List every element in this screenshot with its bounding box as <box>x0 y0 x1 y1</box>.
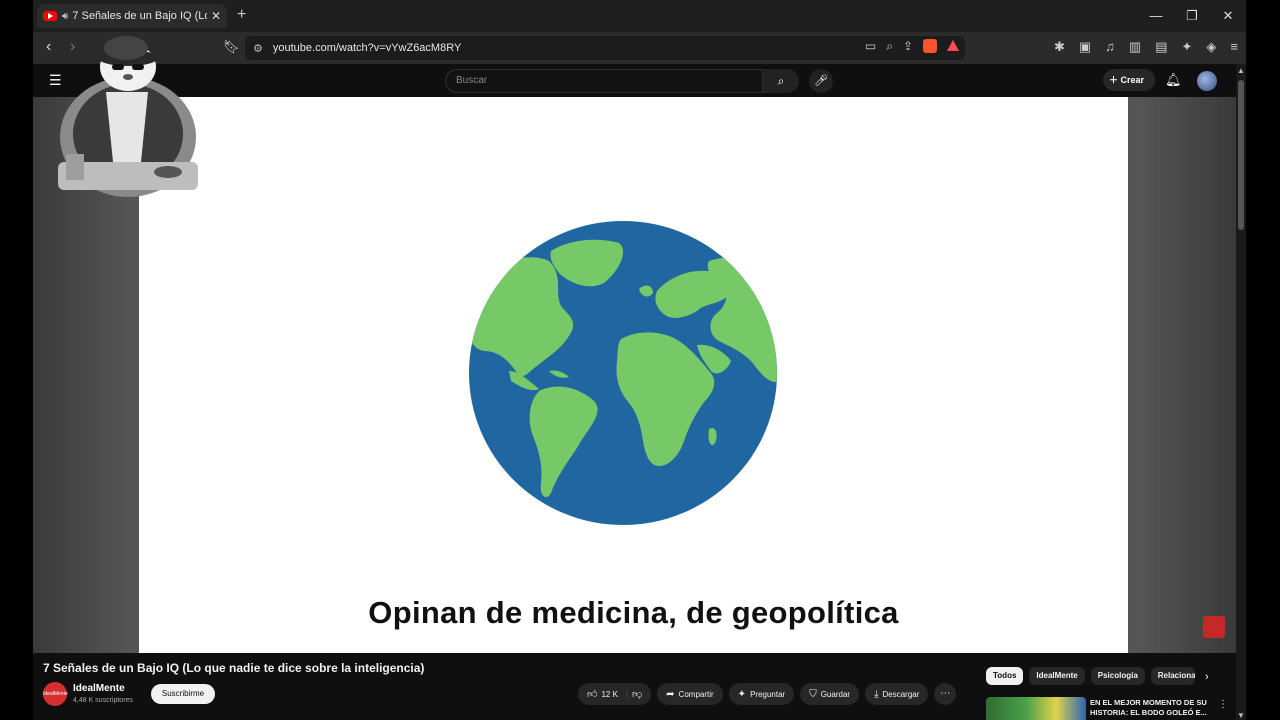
chip-idealmente[interactable]: IdealMente <box>1029 667 1085 685</box>
like-button[interactable]: 👍︎ 12 K | 👎︎ <box>578 683 652 705</box>
share-label: Compartir <box>678 689 714 699</box>
window-controls: — ❐ ✕ <box>1138 0 1246 32</box>
channel-avatar[interactable]: IdealMente <box>43 682 68 706</box>
chip-psicologia[interactable]: Psicología <box>1090 667 1145 685</box>
plus-icon: ＋ <box>1109 75 1121 85</box>
recommended-video[interactable]: EN EL MEJOR MOMENTO DE SU HISTORIA: EL B… <box>986 697 1236 720</box>
scroll-down-icon[interactable]: ▼ <box>1237 711 1245 720</box>
like-count: 12 K <box>601 689 618 699</box>
menu-icon[interactable]: ≡ <box>1230 39 1238 55</box>
download-label: Descargar <box>882 689 920 699</box>
wallet-icon[interactable]: ▤ <box>1155 39 1167 55</box>
scroll-up-icon[interactable]: ▲ <box>1237 66 1245 75</box>
search-button[interactable]: ⌕ <box>763 69 799 93</box>
ask-label: Preguntar <box>750 689 786 699</box>
close-window-icon[interactable]: ✕ <box>1210 0 1246 32</box>
address-bar-icons: ▭ ⌕ ⇪ <box>865 39 959 54</box>
thumbs-down-icon[interactable]: 👎︎ <box>632 688 642 700</box>
screen: 🔊︎ 7 Señales de un Bajo IQ (Lo q ✕ + — ❐… <box>0 0 1280 720</box>
scrollbar-thumb[interactable] <box>1238 80 1244 230</box>
thumbs-up-icon: 👍︎ <box>587 689 598 700</box>
new-tab-icon[interactable]: + <box>237 6 246 24</box>
cat-mafia-overlay-image <box>58 36 198 197</box>
download-button[interactable]: ⤓ Descargar <box>865 683 929 705</box>
create-label: Crear <box>1120 75 1145 85</box>
sidebar-icon[interactable]: ▥ <box>1129 39 1141 55</box>
site-settings-icon[interactable]: ⚙ <box>253 42 263 55</box>
cast-icon[interactable]: ▭ <box>865 39 876 54</box>
video-title: 7 Señales de un Bajo IQ (Lo que nadie te… <box>43 661 425 675</box>
recommended-more-icon[interactable]: ⋮ <box>1218 699 1228 710</box>
zoom-icon[interactable]: ⌕ <box>886 39 893 54</box>
create-button[interactable]: ＋ Crear <box>1103 69 1155 91</box>
extensions-icon[interactable]: ✱ <box>1054 39 1065 55</box>
download-icon: ⤓ <box>874 688 879 700</box>
video-caption: Opinan de medicina, de geopolítica <box>368 595 899 630</box>
save-label: Guardar <box>820 689 851 699</box>
video-player[interactable]: Opinan de medicina, de geopolítica <box>33 97 1236 653</box>
user-avatar[interactable] <box>1197 71 1217 91</box>
sparkle-icon: ✦ <box>737 688 747 700</box>
chips-next-icon[interactable]: › <box>1205 671 1209 683</box>
brave-shields-icon[interactable] <box>923 39 937 53</box>
minimize-icon[interactable]: — <box>1138 0 1174 32</box>
share-arrow-icon: ➦ <box>666 688 675 700</box>
video-actions: 👍︎ 12 K | 👎︎ ➦ Compartir ✦ Preguntar ⛉ G… <box>578 683 957 705</box>
restore-icon[interactable]: ❐ <box>1174 0 1210 32</box>
video-frame[interactable]: Opinan de medicina, de geopolítica <box>139 97 1128 653</box>
subscriber-count: 4,48 K suscriptores <box>73 697 133 704</box>
save-button[interactable]: ⛉ Guardar <box>800 683 860 705</box>
bookmark-icon[interactable]: 🔖︎ <box>223 39 240 55</box>
share-icon[interactable]: ⇪ <box>903 39 913 54</box>
tab-title: 7 Señales de un Bajo IQ (Lo q <box>72 10 207 22</box>
chip-todos[interactable]: Todos <box>986 667 1024 685</box>
earth-globe-image <box>469 221 777 525</box>
ask-button[interactable]: ✦ Preguntar <box>728 683 795 705</box>
url-text[interactable]: youtube.com/watch?v=vYwZ6acM8RY <box>273 42 461 54</box>
media-icon[interactable]: ♫ <box>1105 39 1115 55</box>
search-input[interactable]: Buscar <box>445 69 763 93</box>
notifications-bell-icon[interactable]: 🔔︎ <box>1165 72 1182 88</box>
tab-search-icon[interactable]: ▣ <box>1079 39 1091 55</box>
subscribe-button[interactable]: Suscribirme <box>151 684 215 704</box>
tab-strip: 🔊︎ 7 Señales de un Bajo IQ (Lo q ✕ + — ❐… <box>33 0 1246 32</box>
youtube-favicon-icon <box>43 11 57 21</box>
recommended-thumbnail[interactable] <box>986 697 1086 720</box>
divider: | <box>625 689 628 699</box>
recommended-title[interactable]: EN EL MEJOR MOMENTO DE SU HISTORIA: EL B… <box>1090 698 1214 718</box>
brave-rewards-icon[interactable] <box>947 40 959 51</box>
leo-ai-icon[interactable]: ✦ <box>1182 39 1193 55</box>
browser-window: 🔊︎ 7 Señales de un Bajo IQ (Lo q ✕ + — ❐… <box>33 0 1246 720</box>
toolbar-right-icons: ✱ ▣ ♫ ▥ ▤ ✦ ◈ ≡ <box>1054 39 1238 55</box>
page-scrollbar[interactable]: ▲ ▼ <box>1236 64 1246 720</box>
vpn-icon[interactable]: ◈ <box>1206 39 1216 55</box>
youtube-header: ☰ Buscar ⌕ 🎤︎ ＋ Crear 🔔︎ <box>33 64 1236 97</box>
red-overlay-button[interactable] <box>1203 616 1225 638</box>
speaker-icon[interactable]: 🔊︎ <box>62 11 68 22</box>
voice-search-icon[interactable]: 🎤︎ <box>809 69 833 93</box>
more-actions-icon[interactable]: ⋯ <box>934 683 957 705</box>
channel-name[interactable]: IdealMente <box>73 683 125 694</box>
browser-toolbar: ‹ › 🔖︎ ⚙ youtube.com/watch?v=vYwZ6acM8RY… <box>33 32 1246 64</box>
share-button[interactable]: ➦ Compartir <box>657 683 723 705</box>
close-tab-icon[interactable]: ✕ <box>211 9 221 23</box>
chip-relacionados[interactable]: Relacionad <box>1150 667 1195 685</box>
save-bookmark-icon: ⛉ <box>809 688 817 700</box>
address-bar[interactable]: 🔖︎ ⚙ youtube.com/watch?v=vYwZ6acM8RY ▭ ⌕… <box>223 36 965 60</box>
recommendation-chips: Todos IdealMente Psicología Relacionad <box>986 667 1195 685</box>
